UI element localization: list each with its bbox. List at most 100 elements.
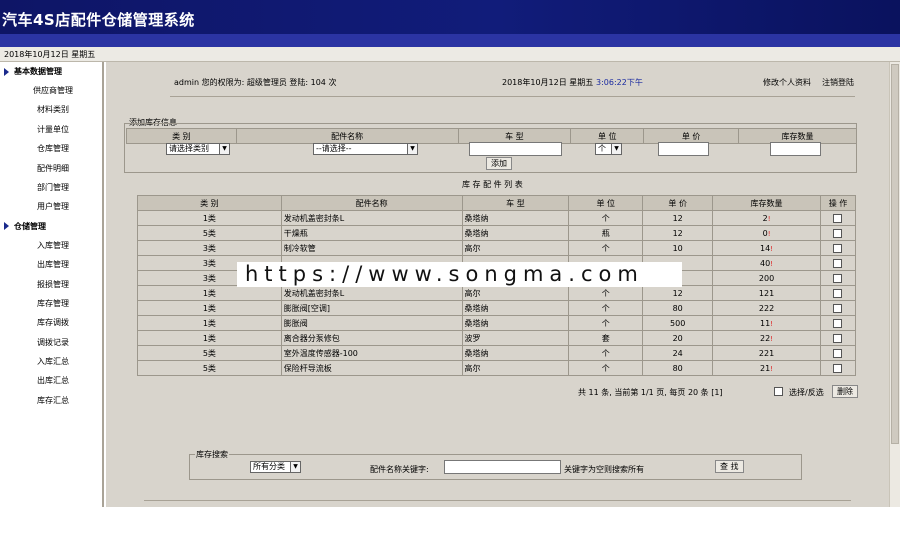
cell-category-text: 1类 (202, 318, 216, 328)
table-row: 1类 发动机盖密封条L 桑塔纳 个 12 2! (137, 210, 857, 226)
sidebar-section-header[interactable]: 基本数据管理 (0, 62, 102, 81)
vertical-scrollbar[interactable] (889, 62, 900, 507)
cell-action (819, 360, 857, 376)
row-checkbox[interactable] (833, 228, 843, 238)
cell-qty-text: 222 (758, 303, 775, 313)
cell-unit-text: 个 (601, 303, 610, 313)
cell-model-text: 波罗 (464, 333, 481, 343)
add-qty-input[interactable] (770, 142, 821, 156)
scrollbar-thumb[interactable] (891, 64, 899, 444)
chevron-down-icon: ▼ (290, 462, 300, 472)
cell-part-name: 发动机盖密封条L (280, 210, 463, 226)
add-category-select[interactable]: 请选择类别 ▼ (166, 143, 230, 155)
cell-qty-text: 40 (760, 258, 771, 268)
row-checkbox[interactable] (833, 318, 843, 328)
cell-model-text: 高尔 (464, 243, 481, 253)
search-panel: 所有分类 ▼ 配件名称关键字: 关键字为空则搜索所有 查 找 (189, 454, 802, 480)
sidebar-item[interactable]: 供应商管理 (0, 81, 102, 100)
cell-qty-text: 221 (758, 348, 775, 358)
cell-unit: 瓶 (568, 225, 644, 241)
row-checkbox[interactable] (833, 348, 843, 358)
cell-part-name-text: 制冷软管 (283, 243, 316, 253)
sidebar-item[interactable]: 配件明细 (0, 159, 102, 178)
row-checkbox[interactable] (833, 303, 843, 313)
cell-qty: 0! (712, 225, 821, 241)
cell-action (819, 345, 857, 361)
cell-unit: 个 (568, 345, 644, 361)
sidebar-item[interactable]: 库存汇总 (0, 391, 102, 410)
sidebar-section-header[interactable]: 仓储管理 (0, 217, 102, 236)
top-divider (170, 96, 855, 97)
add-button[interactable]: 添加 (486, 157, 512, 170)
cell-model-text: 桑塔纳 (464, 303, 489, 313)
cell-unit-text: 个 (601, 243, 610, 253)
cell-part-name-text: 室外温度传感器-100 (283, 348, 358, 358)
col-model: 车 型 (461, 195, 570, 211)
cell-qty: 11! (712, 315, 821, 331)
row-checkbox[interactable] (833, 333, 843, 343)
sidebar-item[interactable]: 入库管理 (0, 236, 102, 255)
cell-price-text: 80 (672, 303, 683, 313)
cell-part-name-text: 膨胀阀[空调] (283, 303, 330, 313)
cell-model: 桑塔纳 (461, 210, 570, 226)
add-unit-select[interactable]: 个 ▼ (595, 143, 622, 155)
sidebar-item[interactable]: 材料类别 (0, 100, 102, 119)
cell-category: 5类 (137, 345, 282, 361)
add-col-category: 类 别 (126, 128, 237, 144)
add-price-input[interactable] (658, 142, 709, 156)
cell-action (819, 255, 857, 271)
cell-price-text: 500 (670, 318, 686, 328)
logout-link[interactable]: 注销登陆 (822, 77, 854, 88)
table-row: 1类 离合器分泵修包 波罗 套 20 22! (137, 330, 857, 346)
col-action: 操 作 (819, 195, 857, 211)
sidebar-item[interactable]: 库存管理 (0, 294, 102, 313)
row-checkbox[interactable] (833, 288, 843, 298)
cell-price: 500 (642, 315, 714, 331)
search-button[interactable]: 查 找 (715, 460, 744, 473)
add-part-select[interactable]: --请选择-- ▼ (313, 143, 418, 155)
row-checkbox[interactable] (833, 363, 843, 373)
edit-profile-link[interactable]: 修改个人资料 (763, 77, 811, 88)
sidebar-item[interactable]: 部门管理 (0, 178, 102, 197)
sidebar-item[interactable]: 出库汇总 (0, 371, 102, 390)
delete-button[interactable]: 删除 (832, 385, 858, 398)
cell-unit-text: 个 (601, 318, 610, 328)
sidebar-item[interactable]: 仓库管理 (0, 139, 102, 158)
cell-qty: 200 (712, 270, 821, 286)
cell-qty-text: 21 (760, 363, 771, 373)
cell-model: 桑塔纳 (461, 315, 570, 331)
add-col-unit: 单 位 (570, 128, 645, 144)
cell-model-text: 桑塔纳 (464, 348, 489, 358)
header-subbar (0, 34, 900, 47)
cell-category: 1类 (137, 285, 282, 301)
cell-part-name-text: 保险杆导流板 (283, 363, 332, 373)
cell-qty-text: 11 (760, 318, 771, 328)
cell-price-text: 80 (672, 363, 683, 373)
cell-model: 高尔 (461, 285, 570, 301)
sidebar-item[interactable]: 用户管理 (0, 197, 102, 216)
sidebar-item[interactable]: 报损管理 (0, 275, 102, 294)
cell-model-text: 高尔 (464, 363, 481, 373)
search-category-select[interactable]: 所有分类 ▼ (250, 461, 301, 473)
row-checkbox[interactable] (833, 243, 843, 253)
sidebar-item[interactable]: 库存调拨 (0, 313, 102, 332)
row-checkbox[interactable] (833, 273, 843, 283)
sidebar-item[interactable]: 出库管理 (0, 255, 102, 274)
select-all-checkbox[interactable] (774, 387, 783, 396)
search-keyword-input[interactable] (444, 460, 561, 474)
cell-price: 80 (642, 360, 714, 376)
sidebar-item[interactable]: 计量单位 (0, 120, 102, 139)
row-checkbox[interactable] (833, 213, 843, 223)
cell-part-name: 制冷软管 (280, 240, 463, 256)
cell-qty: 221 (712, 345, 821, 361)
cell-qty-text: 121 (758, 288, 775, 298)
cell-part-name: 保险杆导流板 (280, 360, 463, 376)
sidebar-item[interactable]: 调拨记录 (0, 333, 102, 352)
row-checkbox[interactable] (833, 258, 843, 268)
cell-model: 桑塔纳 (461, 300, 570, 316)
add-model-input[interactable] (469, 142, 562, 156)
cell-part-name-text: 发动机盖密封条L (283, 288, 345, 298)
cell-model: 高尔 (461, 360, 570, 376)
sidebar-item[interactable]: 入库汇总 (0, 352, 102, 371)
cell-category-text: 5类 (202, 228, 216, 238)
